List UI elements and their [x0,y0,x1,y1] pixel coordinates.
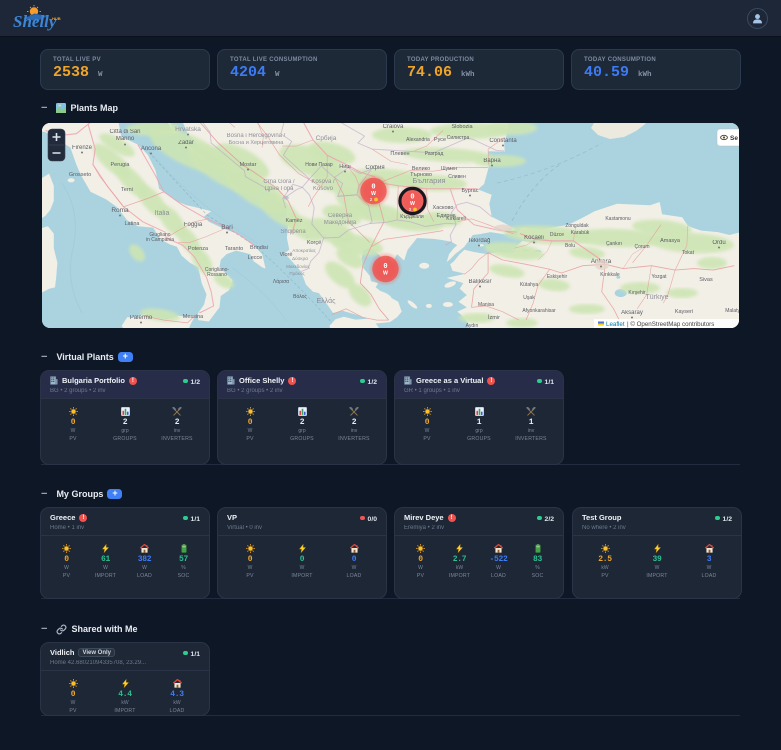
svg-text:Uşak: Uşak [523,295,535,301]
svg-text:Çankırı: Çankırı [606,241,622,247]
svg-text:Πράκος: Πράκος [289,270,305,276]
svg-text:2: 2 [409,207,412,212]
svg-text:Potenza: Potenza [188,246,209,252]
svg-text:in Campania: in Campania [146,237,174,243]
svg-text:Malatya: Malatya [725,308,739,314]
svg-text:Foggia: Foggia [184,222,203,228]
svg-text:Варна: Варна [483,158,501,164]
svg-text:Terni: Terni [121,187,133,193]
svg-text:Ниш: Ниш [339,164,351,170]
svg-text:Сливен: Сливен [448,174,466,180]
svg-text:Kırşehir: Kırşehir [628,290,646,296]
svg-text:Ancona: Ancona [141,146,162,152]
svg-text:Eskişehir: Eskişehir [547,274,568,280]
svg-text:Kütahya: Kütahya [520,282,539,288]
svg-text:Zonguldak: Zonguldak [565,223,589,229]
svg-text:Crna Gora /: Crna Gora / [263,179,295,185]
svg-text:Latina: Latina [125,221,141,227]
svg-text:Ελλάς: Ελλάς [317,297,337,305]
svg-text:Kayseri: Kayseri [675,309,693,315]
svg-text:Taranto: Taranto [225,246,243,252]
svg-text:| © OpenStreetMap contributors: | © OpenStreetMap contributors [627,321,714,328]
svg-text:Нови Пазар: Нови Пазар [305,162,333,168]
svg-text:Rossano: Rossano [207,272,227,278]
svg-text:Vlorë: Vlorë [280,252,293,258]
svg-text:Se: Se [730,135,738,142]
svg-text:Λάρισα: Λάρισα [273,278,289,285]
svg-text:Palermo: Palermo [130,315,153,321]
svg-text:Македонија: Македонија [324,220,357,226]
svg-text:Bari: Bari [221,224,233,231]
svg-text:Amasya: Amasya [660,238,681,244]
svg-text:Roma: Roma [111,207,129,214]
svg-text:Messina: Messina [183,314,204,320]
svg-text:Црна Гора: Црна Гора [265,186,295,192]
svg-text:Türkiye: Türkiye [646,294,669,301]
svg-text:Zadar: Zadar [178,140,194,146]
svg-text:Αποκρατίας: Αποκρατίας [292,248,316,253]
svg-text:Italia: Italia [155,210,170,217]
svg-text:Tokat: Tokat [682,250,695,256]
svg-text:Sivas: Sivas [699,277,713,283]
svg-text:Mostar: Mostar [240,162,257,168]
svg-text:Balıkesir: Balıkesir [468,279,491,285]
svg-text:Bosna i Hercegovina /: Bosna i Hercegovina / [227,133,286,139]
svg-text:Leaflet: Leaflet [606,321,625,328]
svg-text:Aydın: Aydın [466,323,479,328]
svg-text:Ordu: Ordu [712,240,725,246]
svg-text:Северна: Северна [328,213,353,219]
svg-text:Србија: Србија [316,134,337,142]
svg-text:София: София [365,165,384,171]
svg-text:Kırıkkale: Kırıkkale [600,272,620,278]
svg-text:Kosovo: Kosovo [313,186,334,192]
svg-text:Aksaray: Aksaray [621,310,643,316]
svg-text:W: W [383,271,388,277]
svg-text:Kastamonu: Kastamonu [605,216,631,222]
svg-text:Kırklareli: Kırklareli [446,216,465,222]
svg-text:Craiova: Craiova [383,124,404,130]
svg-text:Alexandria: Alexandria [406,137,430,143]
svg-text:Хасково: Хасково [433,205,454,211]
svg-text:Шумен: Шумен [441,166,457,172]
svg-text:Shelly: Shelly [13,12,57,31]
svg-text:Μακεδονίας: Μακεδονίας [286,264,310,269]
svg-text:Città di San: Città di San [109,129,140,135]
svg-text:Hrvatska: Hrvatska [175,126,201,133]
svg-text:Düzce: Düzce [550,232,564,238]
svg-text:Çorum: Çorum [634,244,649,250]
svg-text:Kamëz: Kamëz [285,218,302,224]
svg-text:Marino: Marino [116,136,135,142]
svg-text:България: България [412,176,445,185]
svg-text:Разград: Разград [425,151,444,157]
svg-text:HUB: HUB [52,16,61,21]
svg-text:Tekirdağ: Tekirdağ [468,238,491,244]
svg-text:Русе: Русе [434,137,446,143]
svg-text:İzmir: İzmir [488,314,500,321]
svg-text:2: 2 [370,197,373,202]
svg-text:Firenze: Firenze [72,145,93,151]
svg-text:Yozgat: Yozgat [651,274,667,280]
svg-text:Силистра: Силистра [447,135,470,141]
svg-text:Βόλος: Βόλος [293,293,307,300]
svg-text:Δύσκρα: Δύσκρα [292,255,308,261]
svg-text:Grosseto: Grosseto [69,172,91,178]
svg-text:Kocaeli: Kocaeli [524,235,544,241]
svg-text:Бургас: Бургас [462,188,479,194]
svg-text:Shqipëria: Shqipëria [280,229,306,235]
svg-text:Kosova /: Kosova / [311,179,335,185]
svg-text:Manisa: Manisa [478,302,494,308]
svg-text:Karabük: Karabük [571,230,590,236]
svg-text:Perugia: Perugia [111,162,131,168]
svg-text:Bolu: Bolu [565,243,575,249]
svg-text:Brindisi: Brindisi [250,245,268,251]
svg-text:Korçë: Korçë [307,240,321,246]
svg-text:Плевен: Плевен [390,151,409,157]
svg-text:Constanta: Constanta [489,138,517,144]
svg-text:Lecce: Lecce [248,255,263,261]
svg-text:Afyonkarahisar: Afyonkarahisar [522,308,556,314]
svg-text:Босна и Херцеговина: Босна и Херцеговина [229,140,285,146]
svg-text:Slobozia: Slobozia [451,124,473,130]
